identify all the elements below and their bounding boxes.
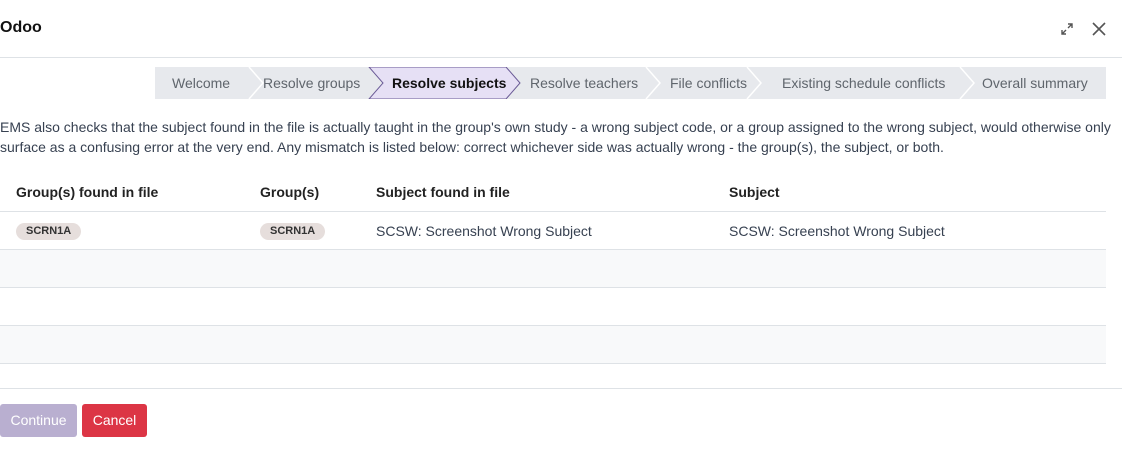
close-icon[interactable] — [1088, 17, 1110, 41]
step-file-conflicts[interactable]: File conflicts — [670, 67, 747, 99]
table-header: Group(s) found in file Group(s) Subject … — [0, 172, 1106, 212]
continue-button[interactable]: Continue — [0, 404, 77, 437]
mismatch-table: Group(s) found in file Group(s) Subject … — [0, 172, 1106, 364]
table-row[interactable]: SCRN1A SCRN1A SCSW: Screenshot Wrong Sub… — [0, 212, 1106, 250]
step-existing-schedule-conflicts[interactable]: Existing schedule conflicts — [782, 67, 945, 99]
wizard-steps: Welcome Resolve groups Resolve subjects … — [155, 67, 1106, 99]
description-text: EMS also checks that the subject found i… — [0, 119, 1111, 155]
wizard-dialog: Odoo Welcome Resolve groups Resolve subj… — [0, 0, 1122, 454]
expand-icon[interactable] — [1056, 17, 1078, 41]
empty-table-row — [0, 250, 1106, 288]
dialog-title: Odoo — [0, 19, 42, 36]
column-header-subject[interactable]: Subject — [729, 183, 780, 201]
column-header-subject-in-file[interactable]: Subject found in file — [376, 183, 510, 201]
footer-divider — [0, 388, 1122, 389]
group-in-file-badge: SCRN1A — [16, 223, 82, 240]
empty-table-row — [0, 288, 1106, 326]
step-overall-summary[interactable]: Overall summary — [982, 67, 1088, 99]
subject-cell[interactable]: SCSW: Screenshot Wrong Subject — [729, 222, 945, 240]
subject-in-file-cell: SCSW: Screenshot Wrong Subject — [376, 223, 592, 239]
step-resolve-subjects[interactable]: Resolve subjects — [392, 67, 506, 99]
column-header-groups[interactable]: Group(s) — [260, 183, 319, 201]
step-resolve-teachers[interactable]: Resolve teachers — [530, 67, 638, 99]
step-welcome[interactable]: Welcome — [172, 67, 230, 99]
column-header-groups-in-file[interactable]: Group(s) found in file — [16, 183, 158, 201]
dialog-header: Odoo — [0, 0, 1122, 58]
step-resolve-groups[interactable]: Resolve groups — [263, 67, 360, 99]
group-badge[interactable]: SCRN1A — [260, 223, 326, 240]
cancel-button[interactable]: Cancel — [82, 404, 147, 437]
empty-table-row — [0, 326, 1106, 364]
